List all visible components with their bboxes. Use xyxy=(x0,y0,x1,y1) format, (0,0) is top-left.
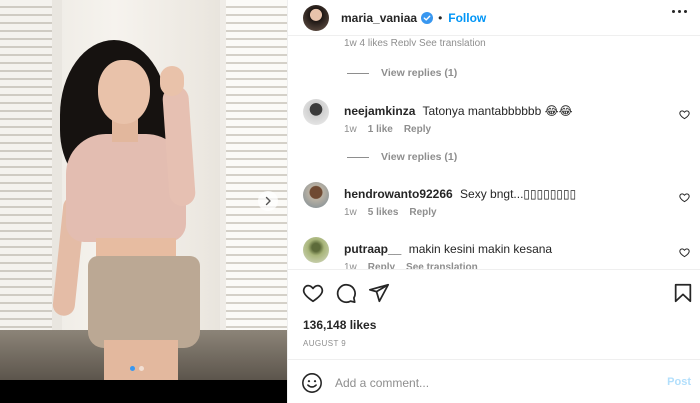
header-separator: • xyxy=(438,10,443,25)
comment-heart-icon[interactable] xyxy=(679,109,690,120)
comments-list[interactable]: 1w 4 likes Reply See translation View re… xyxy=(288,36,700,270)
replies-divider xyxy=(347,156,369,158)
media-letterbox xyxy=(0,380,287,403)
commenter-avatar[interactable] xyxy=(303,237,329,263)
comment-likes[interactable]: 5 likes xyxy=(368,207,399,218)
emoji-icon[interactable] xyxy=(301,372,323,394)
view-replies-button[interactable]: View replies (1) xyxy=(347,67,457,79)
bookmark-icon[interactable] xyxy=(672,282,694,304)
commenter-avatar[interactable] xyxy=(303,182,329,208)
carousel-dot-active xyxy=(130,366,135,371)
heart-icon[interactable] xyxy=(302,282,324,304)
figure-skirt xyxy=(88,256,200,348)
comment-item: hendrowanto92266 Sexy bngt...▯▯▯▯▯▯▯▯ 1w… xyxy=(303,182,693,222)
comment-body: Tatonya mantabbbbbb 😂😂 xyxy=(422,104,573,118)
reply-button[interactable]: Reply xyxy=(368,262,395,269)
post-actions: 136,148 likes AUGUST 9 xyxy=(288,270,700,360)
comment-icon[interactable] xyxy=(335,282,357,304)
post-modal: maria_vaniaa • Follow 1w 4 likes Reply S… xyxy=(0,0,700,403)
reply-button[interactable]: Reply xyxy=(404,124,431,135)
post-header: maria_vaniaa • Follow xyxy=(288,0,700,36)
post-panel: maria_vaniaa • Follow 1w 4 likes Reply S… xyxy=(287,0,700,403)
carousel-next-button[interactable] xyxy=(258,191,278,211)
view-replies-label: View replies (1) xyxy=(381,67,458,79)
post-date: AUGUST 9 xyxy=(303,339,347,348)
commenter-username[interactable]: neejamkinza xyxy=(344,104,415,118)
likes-count[interactable]: 136,148 likes xyxy=(303,318,376,332)
comment-meta: 1w Reply See translation xyxy=(344,262,478,270)
window-shutter xyxy=(226,0,287,380)
comment-text: neejamkinza Tatonya mantabbbbbb 😂😂 xyxy=(344,104,573,118)
comment-body: makin kesini makin kesana xyxy=(408,242,553,256)
shutter-frame xyxy=(52,0,62,380)
window-shutter xyxy=(0,0,58,380)
comment-item: putraap__ makin kesini makin kesana 1w R… xyxy=(303,237,693,270)
follow-button[interactable]: Follow xyxy=(448,11,486,25)
comment-heart-icon[interactable] xyxy=(679,192,690,203)
chevron-right-icon xyxy=(265,196,271,206)
figure-face xyxy=(98,60,150,124)
view-replies-button[interactable]: View replies (1) xyxy=(347,151,457,163)
comment-composer: Post xyxy=(288,361,700,403)
comment-text: putraap__ makin kesini makin kesana xyxy=(344,242,552,256)
reply-button[interactable]: Reply xyxy=(409,207,436,218)
comment-age: 1w xyxy=(344,207,357,218)
author-username[interactable]: maria_vaniaa xyxy=(341,11,417,25)
comment-input[interactable] xyxy=(335,373,635,393)
carousel-dots xyxy=(130,366,144,371)
comment-heart-icon[interactable] xyxy=(679,247,690,258)
see-translation-button[interactable]: See translation xyxy=(406,262,478,269)
comment-likes[interactable]: 1 like xyxy=(368,124,393,135)
post-photo[interactable] xyxy=(0,0,287,380)
comment-body: Sexy bngt...▯▯▯▯▯▯▯▯ xyxy=(460,187,577,201)
comment-item: neejamkinza Tatonya mantabbbbbb 😂😂 1w 1 … xyxy=(303,99,693,139)
figure-hand xyxy=(160,66,184,96)
author-avatar[interactable] xyxy=(303,4,329,31)
replies-divider xyxy=(347,72,369,74)
commenter-avatar[interactable] xyxy=(303,99,329,125)
commenter-username[interactable]: putraap__ xyxy=(344,242,401,256)
carousel-dot xyxy=(139,366,144,371)
commenter-username[interactable]: hendrowanto92266 xyxy=(344,187,453,201)
comment-meta: 1w 1 like Reply xyxy=(344,124,431,135)
figure-legs xyxy=(104,340,178,380)
share-icon[interactable] xyxy=(368,282,390,304)
comment-age: 1w xyxy=(344,262,357,270)
post-comment-button[interactable]: Post xyxy=(667,376,691,388)
comment-age: 1w xyxy=(344,124,357,135)
comment-text: hendrowanto92266 Sexy bngt...▯▯▯▯▯▯▯▯ xyxy=(344,187,576,201)
view-replies-label: View replies (1) xyxy=(381,151,458,163)
comment-meta: 1w 5 likes Reply xyxy=(344,207,437,218)
more-options-icon[interactable] xyxy=(672,10,687,13)
verified-badge-icon xyxy=(421,11,434,24)
comment-meta-partial: 1w 4 likes Reply See translation xyxy=(344,38,486,46)
